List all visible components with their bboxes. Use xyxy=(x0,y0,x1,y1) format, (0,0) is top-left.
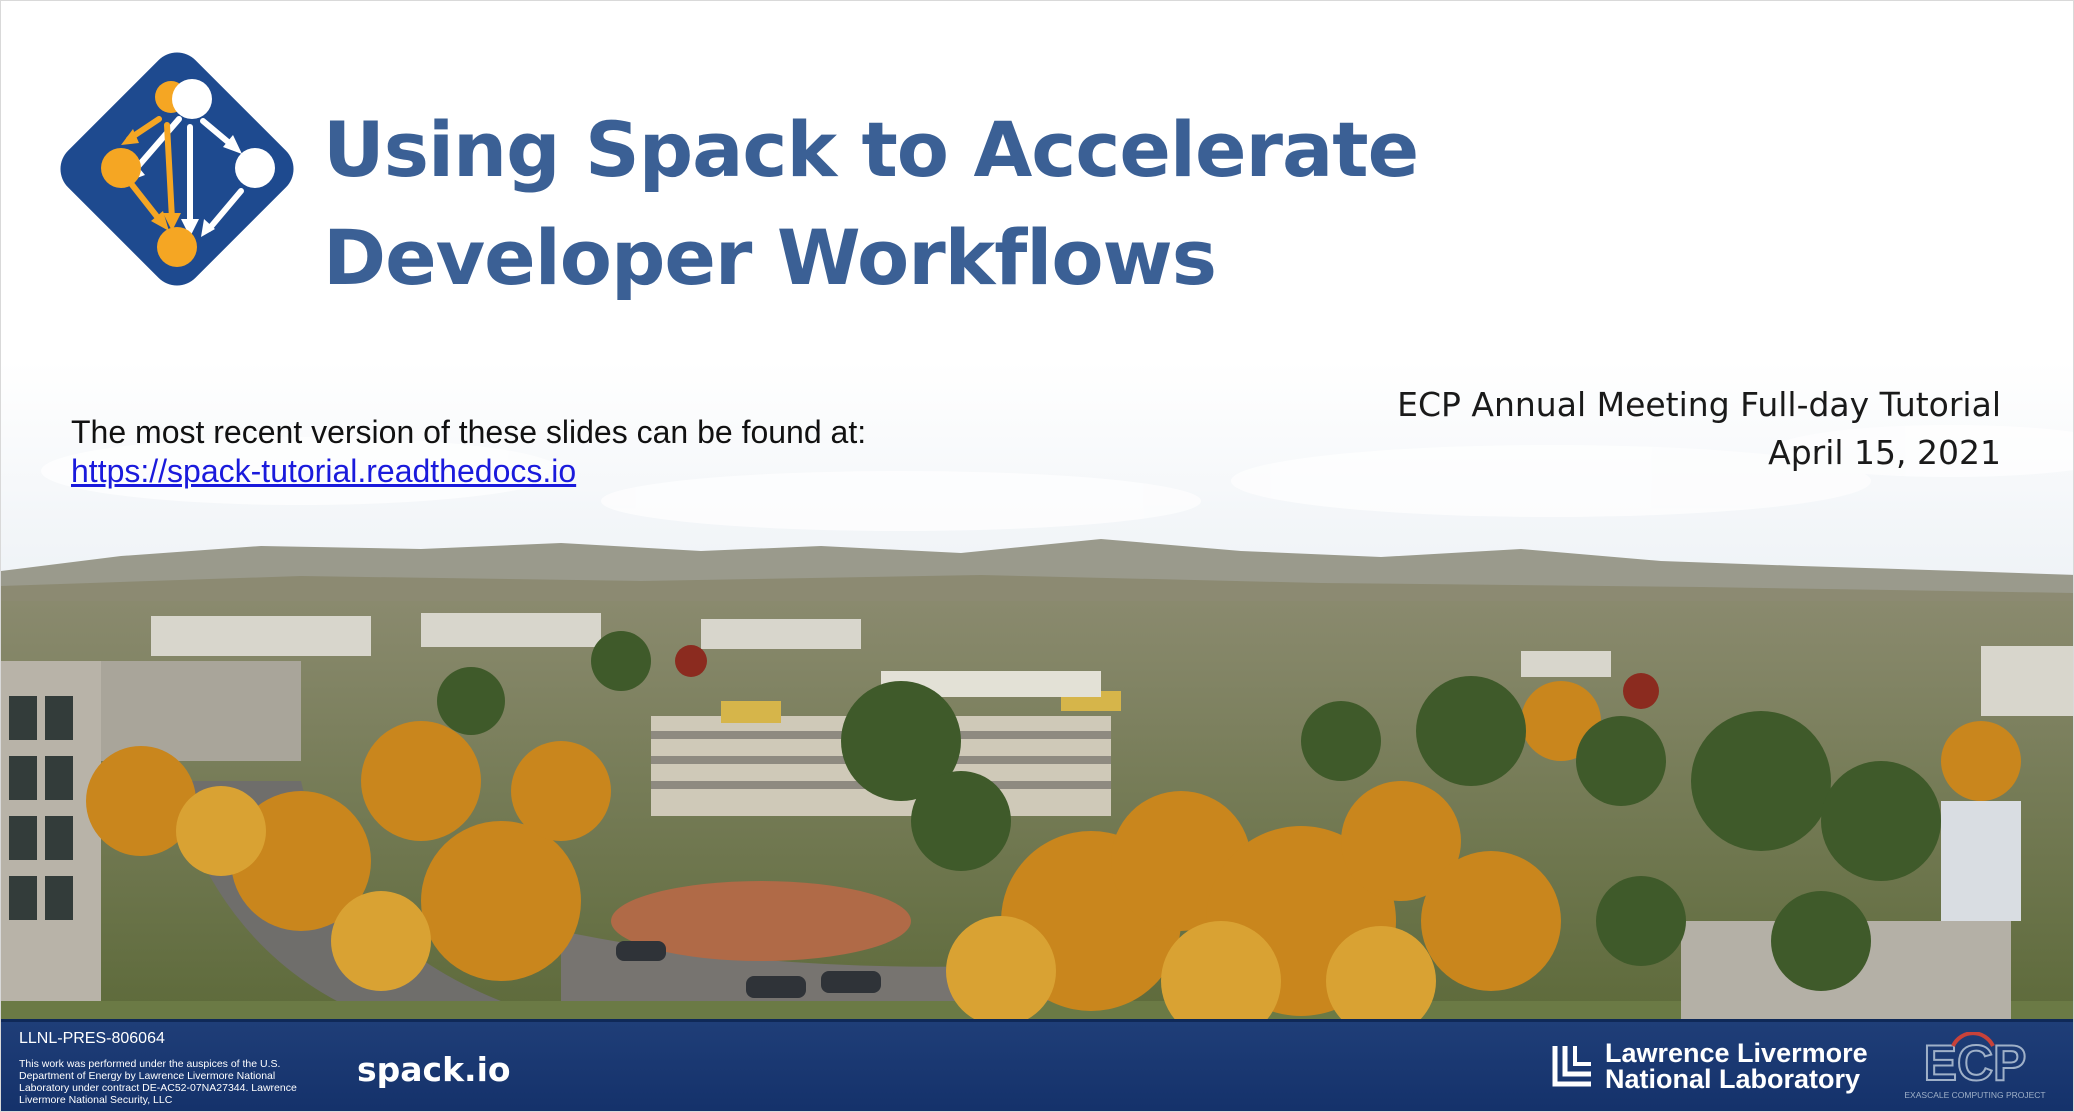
funding-disclaimer: This work was performed under the auspic… xyxy=(19,1058,297,1106)
llnl-name-line2: National Laboratory xyxy=(1605,1064,1861,1094)
slides-location-text: The most recent version of these slides … xyxy=(71,414,867,450)
llnl-name-line1: Lawrence Livermore xyxy=(1605,1038,1868,1068)
slides-location: The most recent version of these slides … xyxy=(71,413,866,491)
spack-logo xyxy=(60,52,294,286)
tutorial-link[interactable]: https://spack-tutorial.readthedocs.io xyxy=(71,452,866,491)
event-date: April 15, 2021 xyxy=(1768,433,2001,472)
title-line-1: Using Spack to Accelerate xyxy=(323,105,1419,194)
ecp-logo: ECP EXASCALE COMPUTING PROJECT xyxy=(1904,1032,2046,1100)
footer-bar: LLNL-PRES-806064 This work was performed… xyxy=(1,1019,2073,1111)
event-name: ECP Annual Meeting Full-day Tutorial xyxy=(1397,385,2001,424)
ecp-logo-subtext: EXASCALE COMPUTING PROJECT xyxy=(1904,1090,2045,1100)
title-line-2: Developer Workflows xyxy=(323,213,1217,302)
llnl-logo: Lawrence Livermore National Laboratory xyxy=(1549,1038,1868,1094)
event-info: ECP Annual Meeting Full-day Tutorial Apr… xyxy=(1397,381,2001,477)
presentation-id: LLNL-PRES-806064 xyxy=(19,1030,165,1047)
ecp-logo-text: ECP xyxy=(1924,1035,2027,1091)
spack-site-link[interactable]: spack.io xyxy=(357,1050,511,1089)
slide: Using Spack to Accelerate Developer Work… xyxy=(0,0,2074,1112)
llnl-mark-icon xyxy=(1552,1046,1591,1087)
slide-title: Using Spack to Accelerate Developer Work… xyxy=(323,96,1423,312)
